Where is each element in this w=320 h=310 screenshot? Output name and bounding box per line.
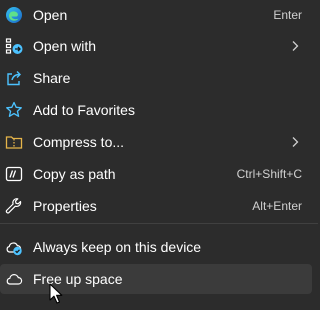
chevron-right-icon — [292, 41, 299, 51]
menu-item-properties[interactable]: Properties Alt+Enter — [0, 191, 312, 221]
menu-item-always-keep-on-device[interactable]: Always keep on this device — [0, 232, 312, 262]
edge-icon — [5, 6, 23, 24]
menu-item-open-with[interactable]: Open with — [0, 31, 312, 61]
menu-item-label: Copy as path — [33, 166, 116, 182]
mouse-cursor-icon — [49, 283, 63, 304]
zip-folder-icon — [5, 133, 23, 151]
menu-item-open[interactable]: Open Enter — [0, 0, 312, 30]
menu-item-share[interactable]: Share — [0, 63, 312, 93]
menu-item-add-to-favorites[interactable]: Add to Favorites — [0, 95, 312, 125]
menu-item-copy-as-path[interactable]: Copy as path Ctrl+Shift+C — [0, 159, 312, 189]
wrench-icon — [5, 197, 23, 215]
menu-separator — [0, 223, 318, 224]
menu-item-free-up-space[interactable]: Free up space — [0, 264, 312, 294]
menu-item-shortcut: Enter — [273, 8, 302, 22]
share-icon — [5, 69, 23, 87]
menu-item-label: Always keep on this device — [33, 239, 202, 255]
menu-item-label: Compress to... — [33, 134, 125, 150]
menu-item-label: Properties — [33, 198, 97, 214]
star-icon — [5, 101, 23, 119]
cloud-check-icon — [5, 238, 23, 256]
menu-item-label: Add to Favorites — [33, 102, 135, 118]
cloud-icon — [5, 270, 23, 288]
menu-item-label: Free up space — [33, 271, 123, 287]
copy-path-icon — [5, 165, 23, 183]
menu-item-shortcut: Alt+Enter — [252, 199, 302, 213]
menu-item-label: Share — [33, 70, 71, 86]
menu-item-label: Open with — [33, 38, 97, 54]
menu-item-label: Open — [33, 7, 68, 23]
chevron-right-icon — [292, 137, 299, 147]
context-menu: Open Enter Open with Share Add to Favori… — [0, 0, 318, 310]
open-with-icon — [5, 37, 23, 55]
menu-item-shortcut: Ctrl+Shift+C — [236, 167, 302, 181]
menu-item-compress-to[interactable]: Compress to... — [0, 127, 312, 157]
